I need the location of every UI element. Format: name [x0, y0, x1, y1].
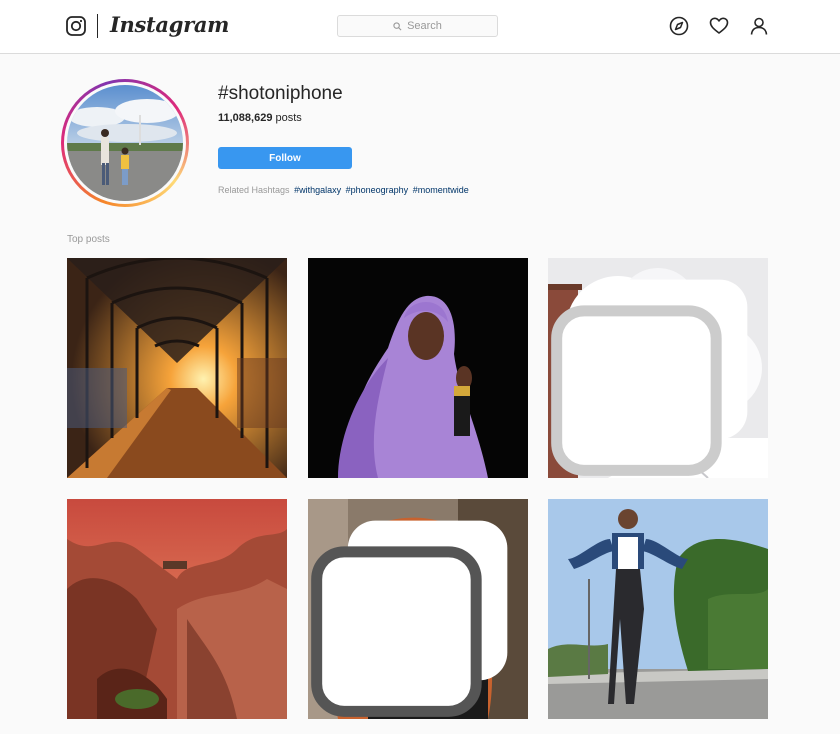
multiple-images-icon — [311, 520, 508, 717]
post-image — [548, 499, 768, 719]
post-thumbnail[interactable] — [308, 499, 528, 719]
post-thumbnail[interactable] — [548, 258, 768, 478]
top-posts-heading: Top posts — [67, 234, 110, 245]
post-thumbnail[interactable] — [308, 258, 528, 478]
search-input[interactable]: Search — [337, 15, 498, 37]
user-icon[interactable] — [749, 16, 769, 36]
post-count-number: 11,088,629 — [218, 112, 273, 124]
post-image — [67, 499, 287, 719]
follow-button[interactable]: Follow — [218, 147, 352, 169]
logo-divider — [97, 14, 98, 38]
search-icon — [393, 21, 402, 30]
multiple-images-icon — [551, 279, 748, 476]
related-hashtag-link[interactable]: #withgalaxy — [294, 185, 341, 195]
post-count-suffix: posts — [272, 112, 302, 124]
heart-icon[interactable] — [709, 16, 729, 36]
hashtag-avatar — [61, 79, 189, 207]
related-hashtags-label: Related Hashtags — [218, 185, 290, 195]
post-image — [308, 258, 528, 478]
related-hashtag-link[interactable]: #phoneography — [346, 185, 409, 195]
post-image — [67, 258, 287, 478]
post-count: 11,088,629 posts — [218, 112, 302, 124]
instagram-wordmark[interactable]: Instagram — [110, 12, 229, 37]
search-placeholder: Search — [407, 20, 442, 32]
related-hashtags: Related Hashtags #withgalaxy #phoneograp… — [218, 185, 469, 195]
post-thumbnail[interactable] — [67, 499, 287, 719]
top-navigation-bar: Instagram Search — [0, 0, 840, 54]
compass-icon[interactable] — [669, 16, 689, 36]
post-thumbnail[interactable] — [548, 499, 768, 719]
instagram-camera-icon[interactable] — [66, 16, 86, 36]
avatar-image — [67, 85, 183, 201]
page-title: #shotoniphone — [218, 83, 343, 104]
post-thumbnail[interactable] — [67, 258, 287, 478]
related-hashtag-link[interactable]: #momentwide — [413, 185, 469, 195]
